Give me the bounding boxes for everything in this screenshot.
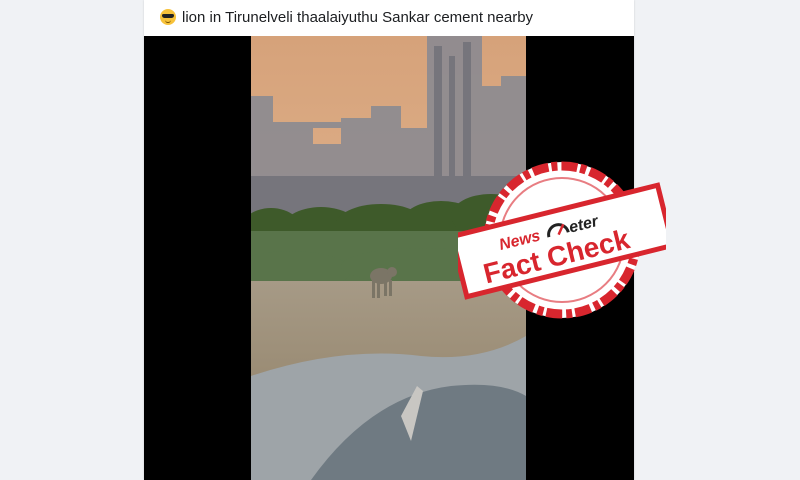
post-caption: lion in Tirunelveli thaalaiyuthu Sankar …: [160, 5, 533, 29]
sunglasses-emoji-icon: [160, 9, 176, 25]
caption-text: lion in Tirunelveli thaalaiyuthu Sankar …: [182, 8, 534, 26]
fact-check-stamp: News eter Fact Check: [448, 160, 676, 320]
